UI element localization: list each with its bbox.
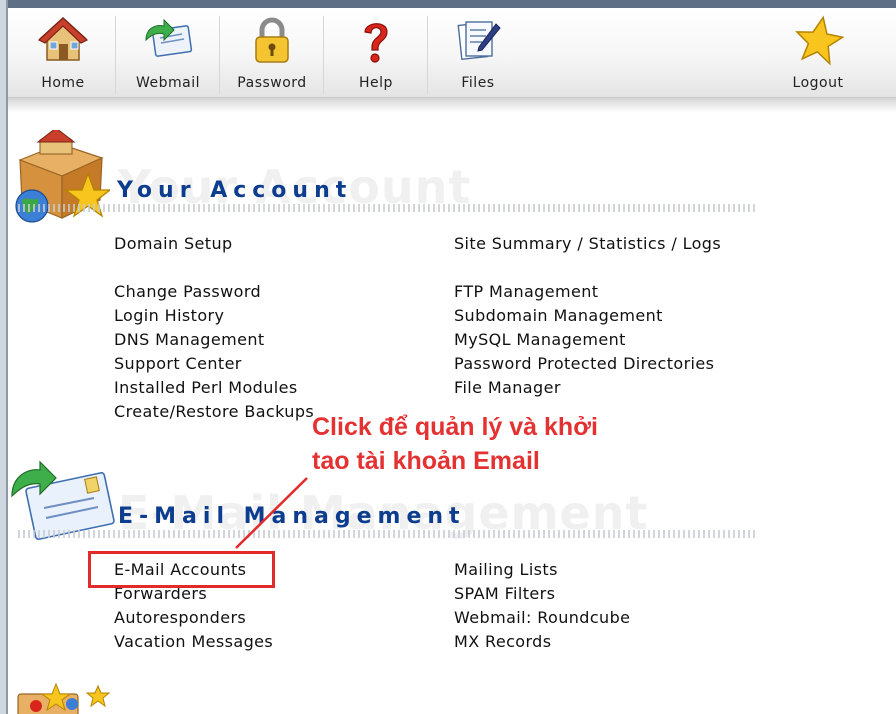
link-spam-filters[interactable]: SPAM Filters (454, 584, 555, 603)
your-account-title: Your Account (117, 178, 353, 203)
link-site-summary[interactable]: Site Summary / Statistics / Logs (454, 234, 721, 253)
toolbar-files-button[interactable]: Files (428, 8, 528, 98)
link-create-restore-backups[interactable]: Create/Restore Backups (114, 402, 314, 421)
email-accounts-highlight-box (88, 551, 275, 588)
link-webmail-roundcube[interactable]: Webmail: Roundcube (454, 608, 630, 627)
question-mark-icon (364, 23, 388, 63)
toolbar-webmail-button[interactable]: Webmail (116, 8, 220, 98)
toolbar-help-button[interactable]: Help (324, 8, 428, 98)
toolbar-home-label: Home (41, 75, 85, 91)
header-dotted-rule (18, 530, 758, 538)
email-management-header: E-Mail Management E-Mail Management (8, 486, 768, 542)
link-login-history[interactable]: Login History (114, 306, 224, 325)
link-change-password[interactable]: Change Password (114, 282, 261, 301)
toolbar-password-label: Password (237, 75, 307, 91)
link-dns-management[interactable]: DNS Management (114, 330, 265, 349)
window-left-border (0, 0, 8, 714)
toolbar-shadow (8, 98, 896, 112)
your-account-header: Your Account Your Account (8, 160, 768, 216)
top-toolbar: Home Webmail Password Help Files Logout (8, 8, 896, 98)
annotation-line-1: Click để quản lý và khởi (312, 413, 598, 441)
window-top-border (0, 0, 896, 8)
toolbar-logout-label: Logout (792, 75, 844, 91)
star-icon (795, 15, 844, 66)
annotation-line-2: tao tài khoản Email (312, 447, 540, 475)
toolbar-help-label: Help (359, 75, 393, 91)
toolbar-webmail-label: Webmail (135, 75, 201, 91)
toolbar-password-button[interactable]: Password (220, 8, 324, 98)
link-password-protected-directories[interactable]: Password Protected Directories (454, 354, 714, 373)
link-file-manager[interactable]: File Manager (454, 378, 561, 397)
home-icon (37, 16, 89, 61)
link-mysql-management[interactable]: MySQL Management (454, 330, 626, 349)
link-domain-setup[interactable]: Domain Setup (114, 234, 233, 253)
link-autoresponders[interactable]: Autoresponders (114, 608, 246, 627)
link-support-center[interactable]: Support Center (114, 354, 242, 373)
link-subdomain-management[interactable]: Subdomain Management (454, 306, 663, 325)
link-ftp-management[interactable]: FTP Management (454, 282, 598, 301)
webmail-envelope-icon (145, 18, 193, 57)
annotation-callout: Click để quản lý và khởi tao tài khoản E… (312, 410, 642, 478)
header-dotted-rule (18, 204, 758, 212)
link-installed-perl-modules[interactable]: Installed Perl Modules (114, 378, 298, 397)
toolbar-home-button[interactable]: Home (10, 8, 116, 98)
padlock-icon (255, 17, 289, 63)
link-vacation-messages[interactable]: Vacation Messages (114, 632, 273, 651)
link-mailing-lists[interactable]: Mailing Lists (454, 560, 558, 579)
files-pen-icon (457, 21, 501, 61)
toolbar-files-label: Files (461, 75, 495, 91)
toolbar-logout-button[interactable]: Logout (768, 8, 868, 98)
link-mx-records[interactable]: MX Records (454, 632, 551, 651)
next-section-icon (17, 682, 111, 714)
email-management-title: E-Mail Management (118, 504, 466, 529)
